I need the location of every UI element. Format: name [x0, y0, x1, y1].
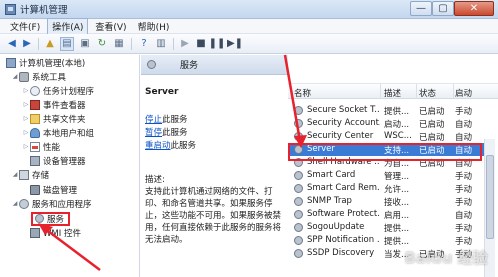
arrow-to-services	[43, 227, 101, 271]
arrow-to-server	[283, 54, 302, 142]
watermark-logo: Baidu 经验	[404, 248, 488, 267]
annotation-arrows	[38, 54, 307, 271]
arrow-head-server	[294, 135, 307, 148]
